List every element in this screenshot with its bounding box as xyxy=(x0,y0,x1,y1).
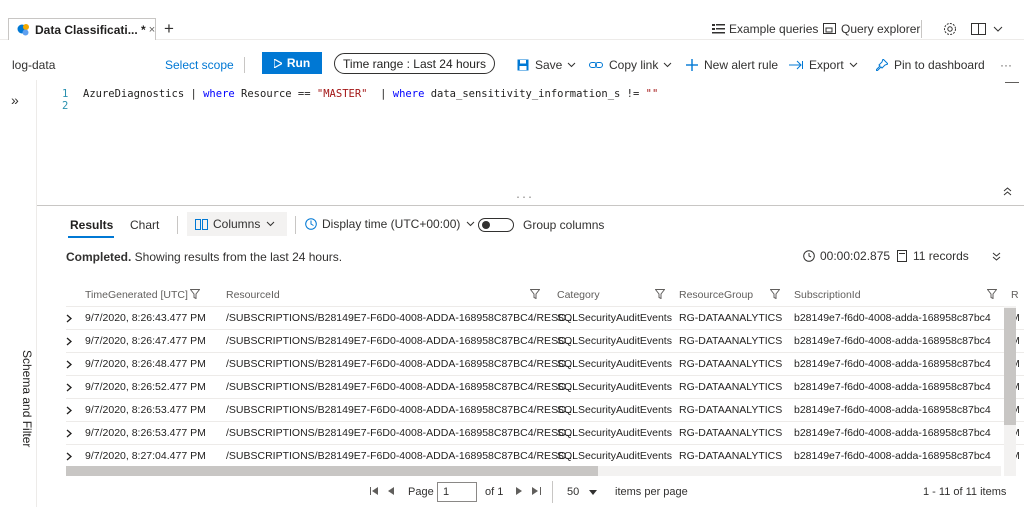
cell-timegenerated: 9/7/2020, 8:26:43.477 PM xyxy=(85,312,206,324)
cell-category: SQLSecurityAuditEvents xyxy=(557,381,672,393)
expand-row-chevron-icon[interactable] xyxy=(66,452,72,461)
cell-category: SQLSecurityAuditEvents xyxy=(557,335,672,347)
cell-resourceid: /SUBSCRIPTIONS/B28149E7-F6D0-4008-ADDA-1… xyxy=(226,381,575,393)
cell-subscriptionid: b28149e7-f6d0-4008-adda-168958c87bc4 xyxy=(794,381,991,393)
cell-resourcegroup: RG-DATAANALYTICS xyxy=(679,427,783,439)
items-per-page-label: items per page xyxy=(615,486,688,498)
table-row[interactable]: 9/7/2020, 8:27:04.477 PM/SUBSCRIPTIONS/B… xyxy=(66,445,1024,466)
vertical-scrollbar-thumb[interactable] xyxy=(1004,308,1016,425)
table-row[interactable]: 9/7/2020, 8:26:48.477 PM/SUBSCRIPTIONS/B… xyxy=(66,353,1024,376)
cell-timegenerated: 9/7/2020, 8:26:53.477 PM xyxy=(85,404,206,416)
cell-resourcegroup: RG-DATAANALYTICS xyxy=(679,404,783,416)
table-row[interactable]: 9/7/2020, 8:26:43.477 PM/SUBSCRIPTIONS/B… xyxy=(66,307,1024,330)
cell-resourcegroup: RG-DATAANALYTICS xyxy=(679,381,783,393)
last-page-icon[interactable] xyxy=(532,487,541,495)
cell-timegenerated: 9/7/2020, 8:27:04.477 PM xyxy=(85,450,206,462)
cell-resourceid: /SUBSCRIPTIONS/B28149E7-F6D0-4008-ADDA-1… xyxy=(226,427,575,439)
cell-resourcegroup: RG-DATAANALYTICS xyxy=(679,450,783,462)
table-row[interactable]: 9/7/2020, 8:26:52.477 PM/SUBSCRIPTIONS/B… xyxy=(66,376,1024,399)
items-range-label: 1 - 11 of 11 items xyxy=(923,486,1007,498)
cell-subscriptionid: b28149e7-f6d0-4008-adda-168958c87bc4 xyxy=(794,312,991,324)
page-size-caret-down-icon xyxy=(589,489,598,495)
cell-timegenerated: 9/7/2020, 8:26:48.477 PM xyxy=(85,358,206,370)
cell-resourcegroup: RG-DATAANALYTICS xyxy=(679,312,783,324)
page-total-label: of 1 xyxy=(485,486,504,498)
cell-resourcegroup: RG-DATAANALYTICS xyxy=(679,335,783,347)
cell-category: SQLSecurityAuditEvents xyxy=(557,358,672,370)
table-row[interactable]: 9/7/2020, 8:26:47.477 PM/SUBSCRIPTIONS/B… xyxy=(66,330,1024,353)
cell-subscriptionid: b28149e7-f6d0-4008-adda-168958c87bc4 xyxy=(794,427,991,439)
expand-row-chevron-icon[interactable] xyxy=(66,383,72,392)
cell-resourceid: /SUBSCRIPTIONS/B28149E7-F6D0-4008-ADDA-1… xyxy=(226,404,575,416)
table-row[interactable]: 9/7/2020, 8:26:53.477 PM/SUBSCRIPTIONS/B… xyxy=(66,422,1024,445)
cell-category: SQLSecurityAuditEvents xyxy=(557,312,672,324)
page-size-select[interactable]: 50 xyxy=(552,481,607,503)
cell-subscriptionid: b28149e7-f6d0-4008-adda-168958c87bc4 xyxy=(794,335,991,347)
page-number-input[interactable]: 1 xyxy=(437,482,477,502)
horizontal-scrollbar-thumb[interactable] xyxy=(66,466,598,476)
expand-row-chevron-icon[interactable] xyxy=(66,429,72,438)
expand-row-chevron-icon[interactable] xyxy=(66,337,72,346)
expand-row-chevron-icon[interactable] xyxy=(66,406,72,415)
cell-resourceid: /SUBSCRIPTIONS/B28149E7-F6D0-4008-ADDA-1… xyxy=(226,312,575,324)
cell-resourcegroup: RG-DATAANALYTICS xyxy=(679,358,783,370)
pager: Page 1 of 1 50 items per page 1 - 11 of … xyxy=(0,481,1024,505)
cell-category: SQLSecurityAuditEvents xyxy=(557,427,672,439)
cell-resourceid: /SUBSCRIPTIONS/B28149E7-F6D0-4008-ADDA-1… xyxy=(226,358,575,370)
cell-timegenerated: 9/7/2020, 8:26:53.477 PM xyxy=(85,427,206,439)
first-page-icon[interactable] xyxy=(370,487,379,495)
page-size-value: 50 xyxy=(567,486,580,498)
table-row[interactable]: 9/7/2020, 8:26:53.477 PM/SUBSCRIPTIONS/B… xyxy=(66,399,1024,422)
cell-category: SQLSecurityAuditEvents xyxy=(557,450,672,462)
results-table-body: 9/7/2020, 8:26:43.477 PM/SUBSCRIPTIONS/B… xyxy=(0,0,1024,466)
next-page-icon[interactable] xyxy=(516,487,522,495)
cell-timegenerated: 9/7/2020, 8:26:47.477 PM xyxy=(85,335,206,347)
cell-subscriptionid: b28149e7-f6d0-4008-adda-168958c87bc4 xyxy=(794,404,991,416)
cell-resourceid: /SUBSCRIPTIONS/B28149E7-F6D0-4008-ADDA-1… xyxy=(226,335,575,347)
cell-subscriptionid: b28149e7-f6d0-4008-adda-168958c87bc4 xyxy=(794,450,991,462)
page-label: Page xyxy=(408,486,434,498)
cell-timegenerated: 9/7/2020, 8:26:52.477 PM xyxy=(85,381,206,393)
expand-row-chevron-icon[interactable] xyxy=(66,360,72,369)
expand-row-chevron-icon[interactable] xyxy=(66,314,72,323)
cell-category: SQLSecurityAuditEvents xyxy=(557,404,672,416)
cell-subscriptionid: b28149e7-f6d0-4008-adda-168958c87bc4 xyxy=(794,358,991,370)
cell-resourceid: /SUBSCRIPTIONS/B28149E7-F6D0-4008-ADDA-1… xyxy=(226,450,575,462)
previous-page-icon[interactable] xyxy=(388,487,394,495)
